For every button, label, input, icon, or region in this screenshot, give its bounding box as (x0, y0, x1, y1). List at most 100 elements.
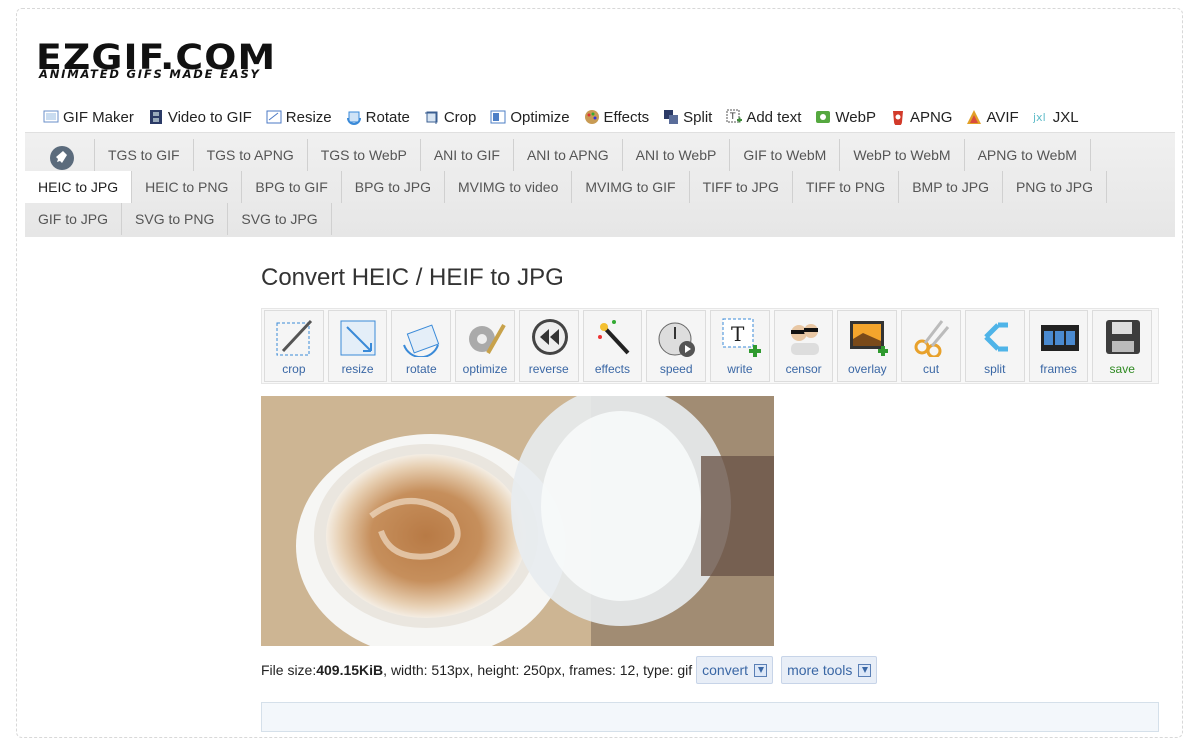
nav-rotate[interactable]: Rotate (346, 109, 410, 126)
nav-label: Optimize (510, 108, 570, 126)
film-icon (148, 109, 164, 125)
nav-optimize[interactable]: Optimize (490, 108, 570, 126)
optimize-icon (490, 109, 506, 125)
nav-crop[interactable]: Crop (424, 108, 477, 126)
tool-speed-button[interactable]: speed (646, 310, 707, 382)
tool-reverse-button[interactable]: reverse (518, 310, 579, 382)
subnav-tab-bpg-to-gif[interactable]: BPG to GIF (242, 171, 342, 203)
subnav-tab-bmp-to-jpg[interactable]: BMP to JPG (899, 171, 1003, 203)
split-icon (663, 109, 679, 125)
tool-rotate-button[interactable]: rotate (391, 310, 452, 382)
tool-write-button[interactable]: Twrite (710, 310, 770, 382)
subnav-tab-ani-to-gif[interactable]: ANI to GIF (421, 139, 514, 171)
subnav-row-2: HEIC to JPG HEIC to PNG BPG to GIF BPG to J… (25, 171, 1107, 203)
subnav-tab-tiff-to-png[interactable]: TIFF to PNG (793, 171, 900, 203)
avif-icon (966, 109, 982, 125)
nav-avif[interactable]: AVIF (966, 109, 1019, 126)
tool-effects-button[interactable]: effects (582, 310, 643, 382)
subnav-tab-bpg-to-jpg[interactable]: BPG to JPG (342, 171, 445, 203)
tool-censor-button[interactable]: censor (773, 310, 834, 382)
subnav-tab-gif-to-webm[interactable]: GIF to WebM (730, 139, 841, 171)
subnav-tab-tgs-to-apng[interactable]: TGS to APNG (194, 139, 308, 171)
svg-text:jxl: jxl (1033, 111, 1046, 124)
subnav-tab-apng-to-webm[interactable]: APNG to WebM (965, 139, 1091, 171)
subnav-tab-tgs-to-webp[interactable]: TGS to WebP (308, 139, 421, 171)
tool-crop-button[interactable]: crop (264, 310, 324, 382)
webp-icon (815, 109, 831, 125)
subnav-tab-tiff-to-jpg[interactable]: TIFF to JPG (690, 171, 793, 203)
file-size-value: 409.15KiB (316, 662, 384, 678)
subnav-row-1: TGS to GIF TGS to APNG TGS to WebP ANI to G… (25, 139, 1091, 171)
nav-apng[interactable]: APNG (890, 108, 953, 126)
tool-optimize-button[interactable]: optimize (455, 310, 515, 382)
tool-label: overlay (847, 362, 887, 376)
tool-label: crop (282, 362, 306, 376)
crop-icon (424, 109, 440, 125)
toolbar: crop resize rotate optimize reverse effects sp… (261, 308, 1159, 384)
rotate-icon (346, 109, 362, 125)
file-info-details: , width: 513px, height: 250px, frames: 1… (383, 662, 693, 678)
home-button[interactable] (25, 139, 95, 171)
convert-button[interactable]: convert (696, 656, 774, 684)
more-tools-button[interactable]: more tools (781, 656, 878, 684)
nav-resize[interactable]: Resize (266, 109, 332, 126)
tool-cut-button[interactable]: cut (901, 310, 961, 382)
tool-label: cut (923, 362, 940, 376)
subnav-tab-svg-to-png[interactable]: SVG to PNG (122, 203, 229, 235)
nav-label: Add text (746, 108, 802, 126)
subnav-tab-heic-to-jpg[interactable]: HEIC to JPG (25, 171, 133, 203)
nav-label: Rotate (365, 108, 410, 126)
nav-webp[interactable]: WebP (815, 109, 876, 126)
nav-label: Crop (443, 108, 477, 126)
tool-label: reverse (528, 362, 569, 376)
svg-text:T: T (731, 322, 745, 346)
nav-video-to-gif[interactable]: Video to GIF (148, 109, 252, 126)
site-logo[interactable]: EZGIF.COM ANIMATED GIFS MADE EASY (36, 40, 275, 82)
subnav-tab-ani-to-apng[interactable]: ANI to APNG (514, 139, 623, 171)
tool-frames-button[interactable]: frames (1028, 310, 1089, 382)
nav-label: GIF Maker (63, 108, 134, 126)
file-info-label: File size: (261, 662, 317, 678)
tool-label: effects (594, 362, 631, 376)
subnav-tab-webp-to-webm[interactable]: WebP to WebM (840, 139, 965, 171)
main-nav: GIF Maker Video to GIF Resize Rotate Crop Opt… (43, 106, 1093, 128)
nav-label: APNG (909, 108, 953, 126)
nav-gif-maker[interactable]: GIF Maker (43, 109, 134, 126)
effects-tool-icon (594, 317, 634, 357)
subnav-tab-ani-to-webp[interactable]: ANI to WebP (623, 139, 731, 171)
tool-save-button[interactable]: save (1092, 310, 1153, 382)
nav-label: JXL (1052, 108, 1079, 126)
gif-maker-icon (43, 109, 59, 125)
nav-label: WebP (835, 108, 876, 126)
subnav-tab-mvimg-to-video[interactable]: MVIMG to video (445, 171, 573, 203)
subnav-tab-mvimg-to-gif[interactable]: MVIMG to GIF (572, 171, 690, 203)
page-title: Convert HEIC / HEIF to JPG (261, 264, 564, 291)
subnav-tab-svg-to-jpg[interactable]: SVG to JPG (228, 203, 332, 235)
frames-tool-icon (1040, 317, 1080, 357)
split-tool-icon (976, 317, 1016, 357)
nav-effects[interactable]: Effects (584, 108, 650, 126)
nav-label: Effects (603, 108, 650, 126)
tool-split-button[interactable]: split (964, 310, 1025, 382)
subnav-tab-png-to-jpg[interactable]: PNG to JPG (1003, 171, 1107, 203)
censor-tool-icon (785, 317, 825, 357)
subnav-tab-tgs-to-gif[interactable]: TGS to GIF (95, 139, 194, 171)
subnav-tab-gif-to-jpg[interactable]: GIF to JPG (25, 203, 123, 235)
nav-label: Split (683, 108, 713, 126)
preview-image (261, 396, 774, 646)
tool-label: speed (659, 362, 693, 376)
rotate-tool-icon (402, 317, 442, 359)
tool-label: frames (1040, 362, 1077, 376)
effects-icon (584, 109, 600, 125)
subnav-tab-heic-to-png[interactable]: HEIC to PNG (132, 171, 243, 203)
nav-jxl[interactable]: jxl JXL (1032, 108, 1079, 126)
rocket-icon (50, 146, 74, 170)
tool-overlay-button[interactable]: overlay (837, 310, 898, 382)
file-info: File size: 409.15KiB , width: 513px, hei… (261, 656, 878, 684)
tool-label: rotate (405, 362, 437, 376)
tool-resize-button[interactable]: resize (327, 310, 388, 382)
nav-split[interactable]: Split (663, 109, 712, 126)
subnav-row-3: GIF to JPG SVG to PNG SVG to JPG (25, 203, 332, 235)
overlay-tool-icon (848, 317, 889, 357)
nav-add-text[interactable]: T Add text (726, 109, 801, 126)
